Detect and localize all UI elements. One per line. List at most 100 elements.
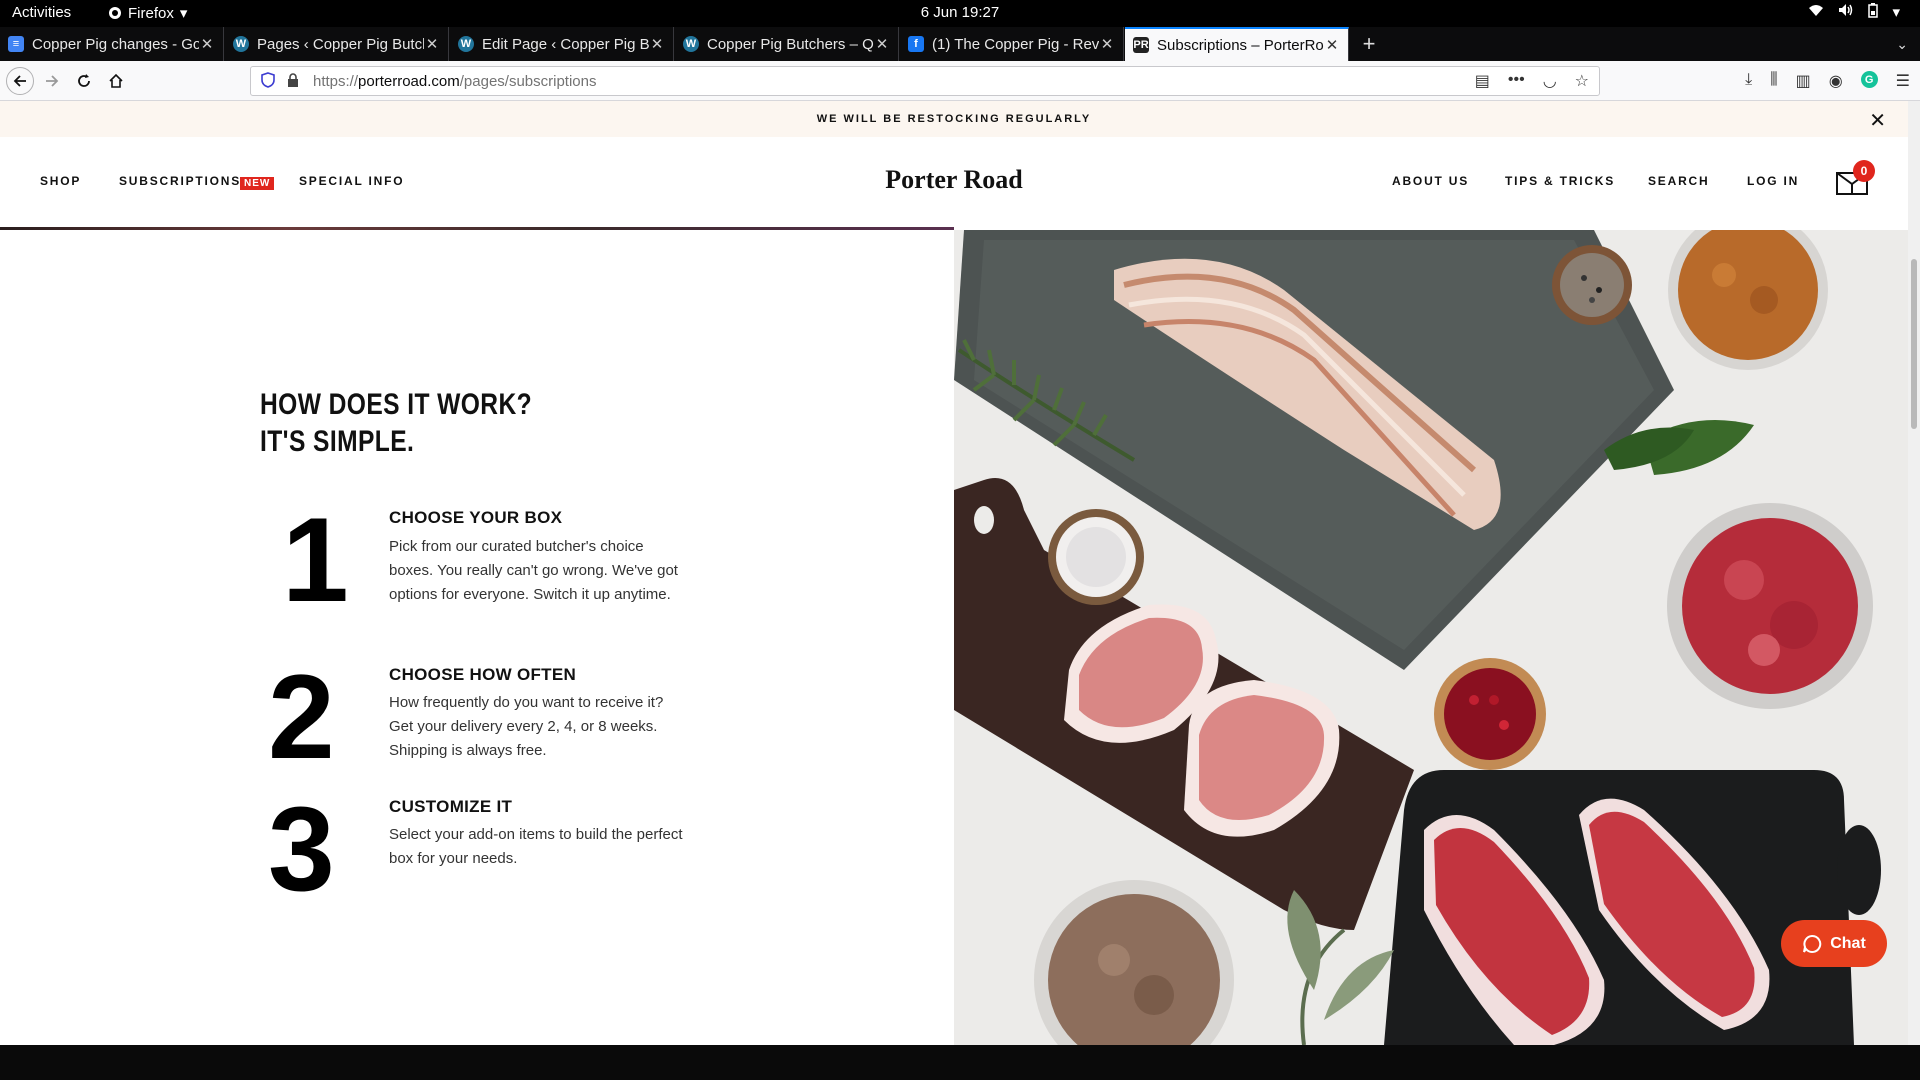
close-icon[interactable]: ✕ <box>424 35 440 53</box>
reader-view-icon[interactable]: ▤ <box>1475 71 1490 91</box>
forward-arrow-icon <box>46 75 59 87</box>
back-arrow-icon <box>13 75 26 87</box>
nav-toolbar: https://porterroad.com/pages/subscriptio… <box>0 61 1920 101</box>
tab-title: Subscriptions – PorterRo <box>1157 36 1324 54</box>
close-icon[interactable]: ✕ <box>1324 36 1340 54</box>
download-icon[interactable]: ⤓ <box>1745 71 1752 91</box>
clock[interactable]: 6 Jun 19:27 <box>921 4 999 21</box>
step-number-3: 3 <box>268 782 335 916</box>
site-logo[interactable]: Porter Road <box>885 165 1022 194</box>
tab-facebook[interactable]: f (1) The Copper Pig - Revie ✕ <box>900 27 1124 61</box>
tab-title: Copper Pig changes - Go <box>32 35 199 53</box>
step-desc-3: Select your add-on items to build the pe… <box>389 826 683 867</box>
reload-icon <box>78 74 90 87</box>
close-icon[interactable]: ✕ <box>1869 108 1886 133</box>
tab-wp-butchers[interactable]: W Copper Pig Butchers – Q ✕ <box>675 27 899 61</box>
site-header: SHOP SUBSCRIPTIONS NEW SPECIAL INFO Port… <box>0 137 1908 227</box>
forward-button[interactable] <box>38 67 66 95</box>
chevron-down-icon[interactable]: ⌄ <box>1896 27 1908 61</box>
docs-icon: ≡ <box>8 36 24 52</box>
how-it-works-section: HOW DOES IT WORK? IT'S SIMPLE. 1 CHOOSE … <box>0 230 954 1045</box>
tab-subscriptions[interactable]: PR Subscriptions – PorterRo ✕ <box>1125 27 1349 61</box>
url-scheme: https:// <box>313 72 359 90</box>
nav-shop[interactable]: SHOP <box>40 174 81 188</box>
facebook-icon: f <box>908 36 924 52</box>
wordpress-icon: W <box>683 36 699 52</box>
lock-icon[interactable] <box>287 72 305 90</box>
new-badge: NEW <box>240 177 275 190</box>
bookmark-star-icon[interactable]: ☆ <box>1575 71 1589 91</box>
nav-special-info[interactable]: SPECIAL INFO <box>299 174 404 188</box>
shield-icon[interactable] <box>261 71 279 91</box>
announcement-text: WE WILL BE RESTOCKING REGULARLY <box>816 113 1092 125</box>
tab-title: Edit Page ‹ Copper Pig Bu <box>482 35 649 53</box>
url-host: porterroad.com <box>358 72 460 90</box>
step-number-1: 1 <box>282 493 349 627</box>
app-name: Firefox <box>128 4 174 22</box>
chat-label: Chat <box>1830 934 1866 952</box>
step-number-2: 2 <box>268 650 335 784</box>
nav-subscriptions[interactable]: SUBSCRIPTIONS <box>119 174 241 188</box>
tab-title: Pages ‹ Copper Pig Butch <box>257 35 424 53</box>
grammarly-icon[interactable]: G <box>1860 71 1878 88</box>
wordpress-icon: W <box>458 36 474 52</box>
nav-log-in[interactable]: LOG IN <box>1747 174 1799 188</box>
tab-title: (1) The Copper Pig - Revie <box>932 35 1099 53</box>
wordpress-icon: W <box>233 36 249 52</box>
step-title-1: CHOOSE YOUR BOX <box>389 508 563 527</box>
app-menu[interactable]: Firefox ▾ <box>108 4 187 22</box>
step-desc-2: How frequently do you want to receive it… <box>389 694 664 759</box>
food-photo <box>954 230 1908 1045</box>
url-path: /pages/subscriptions <box>459 72 597 90</box>
system-top-bar: Activities Firefox ▾ 6 Jun 19:27 ▾ <box>0 0 1920 27</box>
chat-bubble-icon <box>1803 934 1822 953</box>
cart-count-badge[interactable]: 0 <box>1853 160 1875 182</box>
section-headline: HOW DOES IT WORK? IT'S SIMPLE. <box>260 386 532 460</box>
home-button[interactable] <box>102 67 130 95</box>
ground-beef-bowl <box>1667 503 1873 709</box>
close-icon[interactable]: ✕ <box>199 35 215 53</box>
menu-icon[interactable]: ☰ <box>1896 71 1910 91</box>
footer-band <box>0 1045 1920 1080</box>
nav-about-us[interactable]: ABOUT US <box>1392 174 1469 188</box>
nav-search[interactable]: SEARCH <box>1648 174 1709 188</box>
firefox-icon <box>109 7 121 19</box>
account-icon[interactable]: ◉ <box>1829 71 1843 91</box>
chevron-down-icon: ▾ <box>1892 4 1900 21</box>
library-icon[interactable]: ⫼ <box>1770 71 1777 91</box>
tab-wp-edit[interactable]: W Edit Page ‹ Copper Pig Bu ✕ <box>450 27 674 61</box>
reload-button[interactable] <box>70 67 98 95</box>
back-button[interactable] <box>6 67 34 95</box>
step-title-3: CUSTOMIZE IT <box>389 797 513 816</box>
activities-button[interactable]: Activities <box>12 4 71 21</box>
step-title-2: CHOOSE HOW OFTEN <box>389 665 577 684</box>
web-page: WE WILL BE RESTOCKING REGULARLY ✕ SHOP S… <box>0 101 1908 1045</box>
new-tab-button[interactable]: + <box>1355 27 1383 61</box>
url-bar[interactable]: https://porterroad.com/pages/subscriptio… <box>250 66 1600 96</box>
headline-line-2: IT'S SIMPLE. <box>260 425 415 458</box>
tab-google-doc[interactable]: ≡ Copper Pig changes - Go ✕ <box>0 27 224 61</box>
step-desc-1: Pick from our curated butcher's choice b… <box>389 538 678 603</box>
tab-strip: ≡ Copper Pig changes - Go ✕ W Pages ‹ Co… <box>0 27 1920 61</box>
page-actions-icon[interactable]: ••• <box>1508 71 1525 91</box>
headline-line-1: HOW DOES IT WORK? <box>260 388 533 421</box>
tab-title: Copper Pig Butchers – Q <box>707 35 874 53</box>
sidebar-icon[interactable]: ▥ <box>1796 71 1811 91</box>
chevron-down-icon: ▾ <box>179 5 188 22</box>
pocket-icon[interactable]: ◡ <box>1543 71 1557 91</box>
system-tray[interactable]: ▾ <box>1808 3 1900 22</box>
scrollbar-thumb[interactable] <box>1911 259 1917 429</box>
pink-peppercorn-bowl <box>1434 658 1546 770</box>
home-icon <box>109 73 123 88</box>
close-icon[interactable]: ✕ <box>1099 35 1115 53</box>
close-icon[interactable]: ✕ <box>649 35 665 53</box>
salt-bowl <box>1048 509 1144 605</box>
nav-tips-tricks[interactable]: TIPS & TRICKS <box>1505 174 1615 188</box>
tab-wp-pages[interactable]: W Pages ‹ Copper Pig Butch ✕ <box>225 27 449 61</box>
peppercorn-bowl <box>1552 245 1632 325</box>
wifi-icon <box>1808 3 1824 22</box>
chat-button[interactable]: Chat <box>1781 920 1887 967</box>
page-scrollbar[interactable] <box>1908 101 1920 1045</box>
close-icon[interactable]: ✕ <box>874 35 890 53</box>
porterroad-icon: PR <box>1133 37 1149 53</box>
